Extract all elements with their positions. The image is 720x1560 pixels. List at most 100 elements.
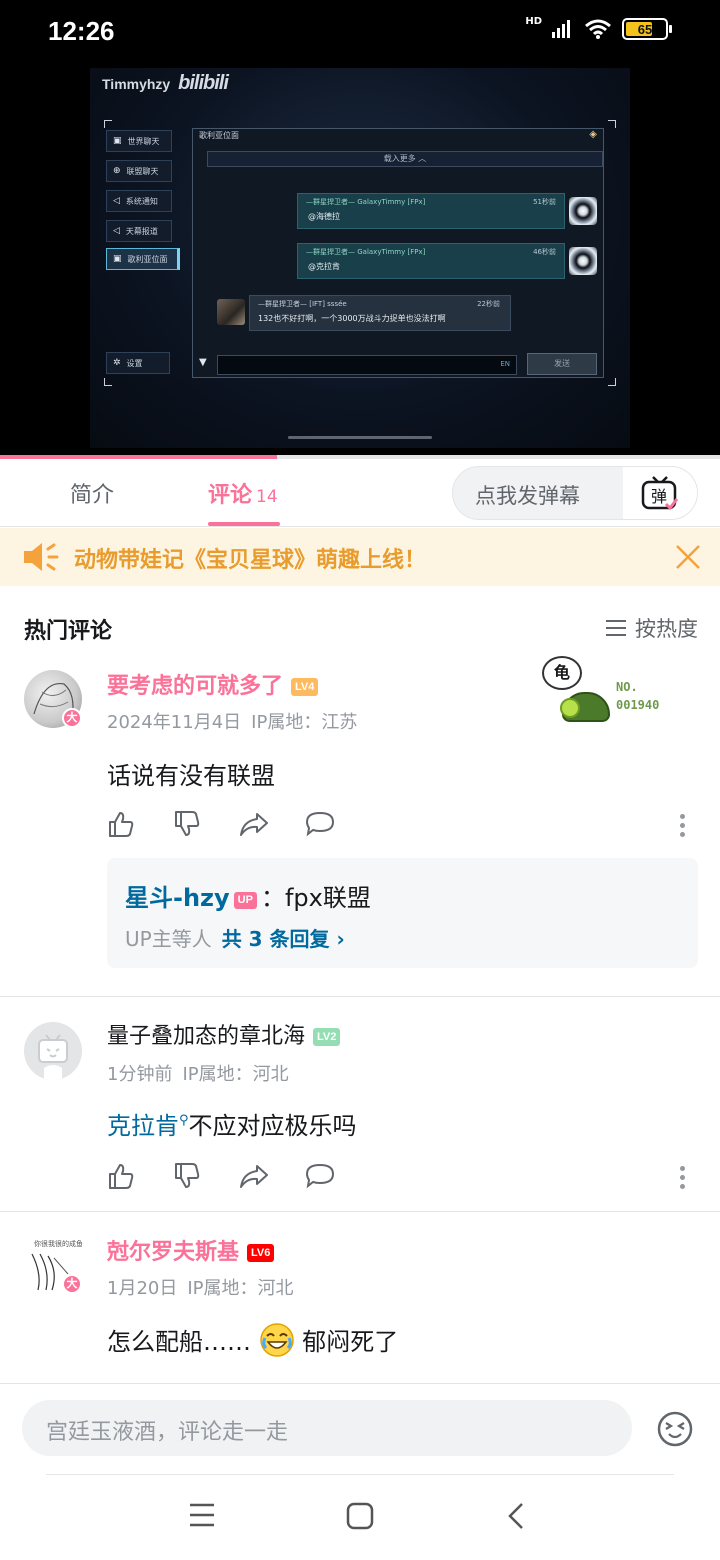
like-icon[interactable] xyxy=(107,810,135,838)
vip-badge: 大 xyxy=(62,708,82,728)
watermark-brand: bilibili xyxy=(178,72,229,94)
back-icon[interactable] xyxy=(506,1502,526,1530)
frame-corner xyxy=(608,120,616,128)
frame-corner xyxy=(608,378,616,386)
status-icons: HD 65 xyxy=(525,15,672,40)
network-label: HD xyxy=(525,15,542,27)
close-icon[interactable] xyxy=(674,543,702,571)
chat-icon: ▣ xyxy=(113,136,122,146)
game-sidebar-item: ⊕ 联盟聊天 xyxy=(106,160,172,182)
wifi-icon xyxy=(585,19,611,39)
fan-badge-bubble: 龟 xyxy=(542,656,582,690)
nav-divider xyxy=(46,1474,674,1475)
danmu-toggle-button[interactable]: 弹 xyxy=(623,467,697,519)
default-avatar-icon xyxy=(38,1034,68,1080)
dislike-icon[interactable] xyxy=(173,810,201,838)
notice-banner[interactable]: 动物带娃记《宝贝星球》萌趣上线！ xyxy=(0,528,720,586)
tab-bar: 简介 评论 14 点我发弹幕 弹 xyxy=(0,459,720,527)
comment-text: 话说有没有联盟 xyxy=(107,762,275,790)
comment-ip: IP属地：河北 xyxy=(187,1278,294,1299)
watermark-user: Timmyhzy xyxy=(102,76,171,92)
comment-divider xyxy=(0,996,720,997)
reply-total-link[interactable]: 共 3 条回复 › xyxy=(222,927,345,951)
game-send-button: 发送 xyxy=(527,353,597,375)
status-bar: 12:26 HD 65 xyxy=(0,0,720,64)
search-keyword-link[interactable]: 克拉肯 xyxy=(107,1112,179,1140)
game-chat-input: EN xyxy=(217,355,517,375)
emoji-icon[interactable] xyxy=(656,1410,694,1448)
tab-active-indicator xyxy=(208,522,280,526)
comment-input-placeholder: 宫廷玉液酒，评论走一走 xyxy=(46,1420,289,1445)
game-avatar xyxy=(217,299,245,325)
avatar-caption: 你很我很的成鱼 xyxy=(34,1239,82,1248)
fan-badge-number: NO. 001940 xyxy=(616,680,660,712)
level-badge: LV6 xyxy=(247,1244,275,1262)
comment-date: 2024年11月4日 xyxy=(107,712,242,733)
danmu-input[interactable]: 点我发弹幕 弹 xyxy=(452,466,698,520)
search-icon: ⚲ xyxy=(179,1113,189,1128)
reply-author[interactable]: 星斗-hzy xyxy=(125,884,230,912)
comment-meta: 1月20日 IP属地：河北 xyxy=(107,1274,294,1300)
sort-label: 按热度 xyxy=(635,617,698,641)
status-time: 12:26 xyxy=(48,16,115,46)
tab-comments[interactable]: 评论 14 xyxy=(208,477,278,509)
comment-input[interactable]: 宫廷玉液酒，评论走一走 xyxy=(22,1400,632,1456)
share-icon[interactable] xyxy=(239,1162,268,1190)
game-sidebar-item: ◁ 天幕报道 xyxy=(106,220,172,242)
comment-text: 克拉肯⚲不应对应极乐吗 xyxy=(107,1112,357,1140)
crying-laughing-emoji-icon xyxy=(259,1323,294,1357)
reply-icon[interactable] xyxy=(305,1162,335,1190)
comment-text: 怎么配船…… 郁闷死了 xyxy=(107,1322,398,1358)
dropdown-icon: ▼ xyxy=(199,357,207,368)
menu-icon[interactable] xyxy=(188,1502,216,1528)
battery-icon: 65 xyxy=(622,18,672,40)
like-icon[interactable] xyxy=(107,1162,135,1190)
comment-ip: IP属地：河北 xyxy=(182,1064,289,1085)
fan-badge[interactable]: 龟 NO. 001940 xyxy=(540,654,690,734)
tab-intro[interactable]: 简介 xyxy=(70,477,114,509)
reply-summary-line: UP主等人共 3 条回复 › xyxy=(125,923,345,952)
level-badge: LV4 xyxy=(291,678,319,696)
reply-line: 星斗-hzy UP ：fpx联盟 xyxy=(125,878,371,913)
video-handle xyxy=(288,436,432,439)
speaker-icon xyxy=(24,543,59,571)
diamond-icon: ◈ xyxy=(589,129,597,140)
comment-meta: 2024年11月4日 IP属地：江苏 xyxy=(107,708,357,734)
tab-comments-count: 14 xyxy=(256,487,278,507)
comment-actions xyxy=(107,810,335,838)
comment-username[interactable]: 要考虑的可就多了 LV4 xyxy=(107,668,319,700)
game-avatar xyxy=(569,247,597,275)
comment-username[interactable]: 量子叠加态的章北海 LV2 xyxy=(107,1018,341,1050)
danmu-icon: 弹 xyxy=(641,476,679,511)
frame-corner xyxy=(104,120,112,128)
game-message: —群星捍卫者— GalaxyTimmy [FPx] 51秒前 @海德拉 xyxy=(297,193,565,229)
share-icon[interactable] xyxy=(239,810,268,838)
more-icon[interactable] xyxy=(680,814,686,841)
comment-ip: IP属地：江苏 xyxy=(251,712,358,733)
reply-preview[interactable]: 星斗-hzy UP ：fpx联盟 UP主等人共 3 条回复 › xyxy=(107,858,698,968)
level-badge: LV2 xyxy=(313,1028,341,1046)
reply-icon[interactable] xyxy=(305,810,335,838)
comment-divider xyxy=(0,1211,720,1212)
game-settings-button: ✲ 设置 xyxy=(106,352,170,374)
globe-icon: ⊕ xyxy=(113,166,121,176)
comment-date: 1月20日 xyxy=(107,1278,178,1299)
comment-date: 1分钟前 xyxy=(107,1064,173,1085)
list-icon xyxy=(606,620,626,636)
comment-item: 你很我很的成鱼 大 尅尔罗夫斯基 LV6 1月20日 IP属地：河北 怎么配船…… … xyxy=(0,1226,720,1376)
game-load-more: 载入更多 ︿ xyxy=(207,151,603,167)
video-player[interactable]: Timmyhzy bilibili ▣ 世界聊天 ⊕ 联盟聊天 ◁ 系统通知 ◁… xyxy=(0,64,720,456)
more-icon[interactable] xyxy=(680,1166,686,1193)
comment-username[interactable]: 尅尔罗夫斯基 LV6 xyxy=(107,1234,275,1266)
gear-icon: ✲ xyxy=(113,358,121,368)
game-sidebar-item-active: ▣ 歌利亚位面 xyxy=(106,248,180,270)
video-watermark: Timmyhzy bilibili xyxy=(102,72,229,95)
sort-button[interactable]: 按热度 xyxy=(605,613,698,643)
chevron-right-icon: › xyxy=(336,927,345,951)
dislike-icon[interactable] xyxy=(173,1162,201,1190)
turtle-head xyxy=(560,698,580,718)
game-sidebar-item: ◁ 系统通知 xyxy=(106,190,172,212)
home-icon[interactable] xyxy=(346,1502,374,1530)
avatar[interactable] xyxy=(24,1022,82,1080)
signal-icon xyxy=(552,20,570,38)
